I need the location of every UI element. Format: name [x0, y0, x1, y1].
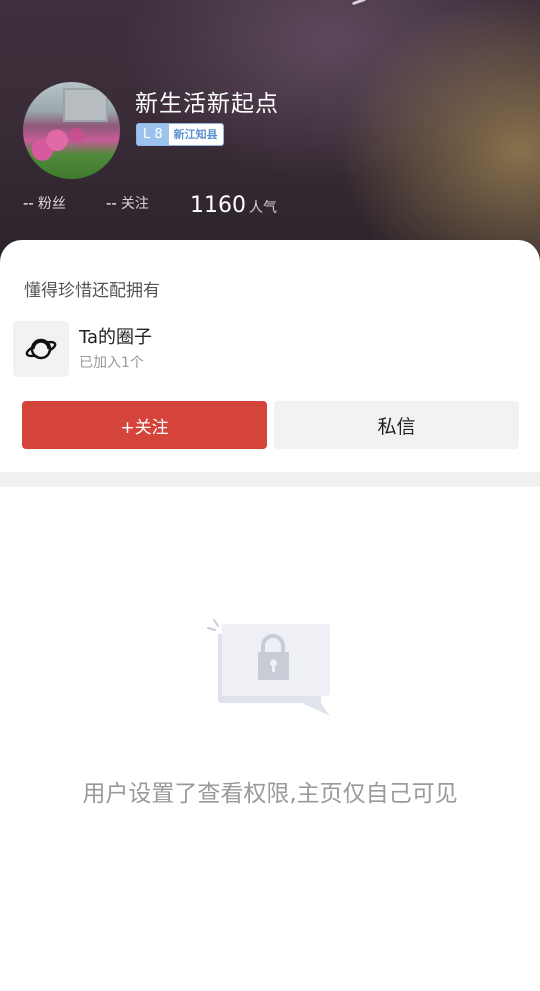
- profile-header: 新生活新起点 L 8 新江知县 -- 粉丝 -- 关注 1160 人气: [0, 0, 540, 270]
- username: 新生活新起点: [135, 91, 279, 117]
- fans-label: 粉丝: [37, 196, 66, 212]
- circle-entry[interactable]: [13, 321, 69, 377]
- avatar[interactable]: [23, 82, 120, 179]
- privacy-message: 用户设置了查看权限,主页仅自己可见: [82, 781, 458, 807]
- fans-stat[interactable]: -- 粉丝: [23, 193, 66, 213]
- following-label: 关注: [120, 196, 149, 212]
- message-button[interactable]: 私信: [274, 401, 519, 449]
- circle-subtitle: 已加入1个: [79, 355, 144, 371]
- popularity-label: 人气: [249, 200, 277, 216]
- follow-button[interactable]: +关注: [22, 401, 267, 449]
- planet-icon: [25, 338, 57, 360]
- lock-icon: [207, 619, 330, 716]
- popularity-stat: 1160 人气: [190, 193, 277, 218]
- popularity-count: 1160: [190, 193, 246, 218]
- level-badge[interactable]: L 8 新江知县: [136, 123, 224, 146]
- badge-title: 新江知县: [173, 128, 218, 141]
- following-stat[interactable]: -- 关注: [106, 193, 149, 213]
- circle-title[interactable]: Ta的圈子: [79, 323, 152, 349]
- following-count: --: [106, 194, 117, 212]
- header-decoration: [351, 0, 367, 6]
- badge-level: L 8: [137, 124, 169, 145]
- section-divider: [0, 472, 540, 487]
- fans-count: --: [23, 194, 34, 212]
- profile-motto: 懂得珍惜还配拥有: [24, 281, 160, 301]
